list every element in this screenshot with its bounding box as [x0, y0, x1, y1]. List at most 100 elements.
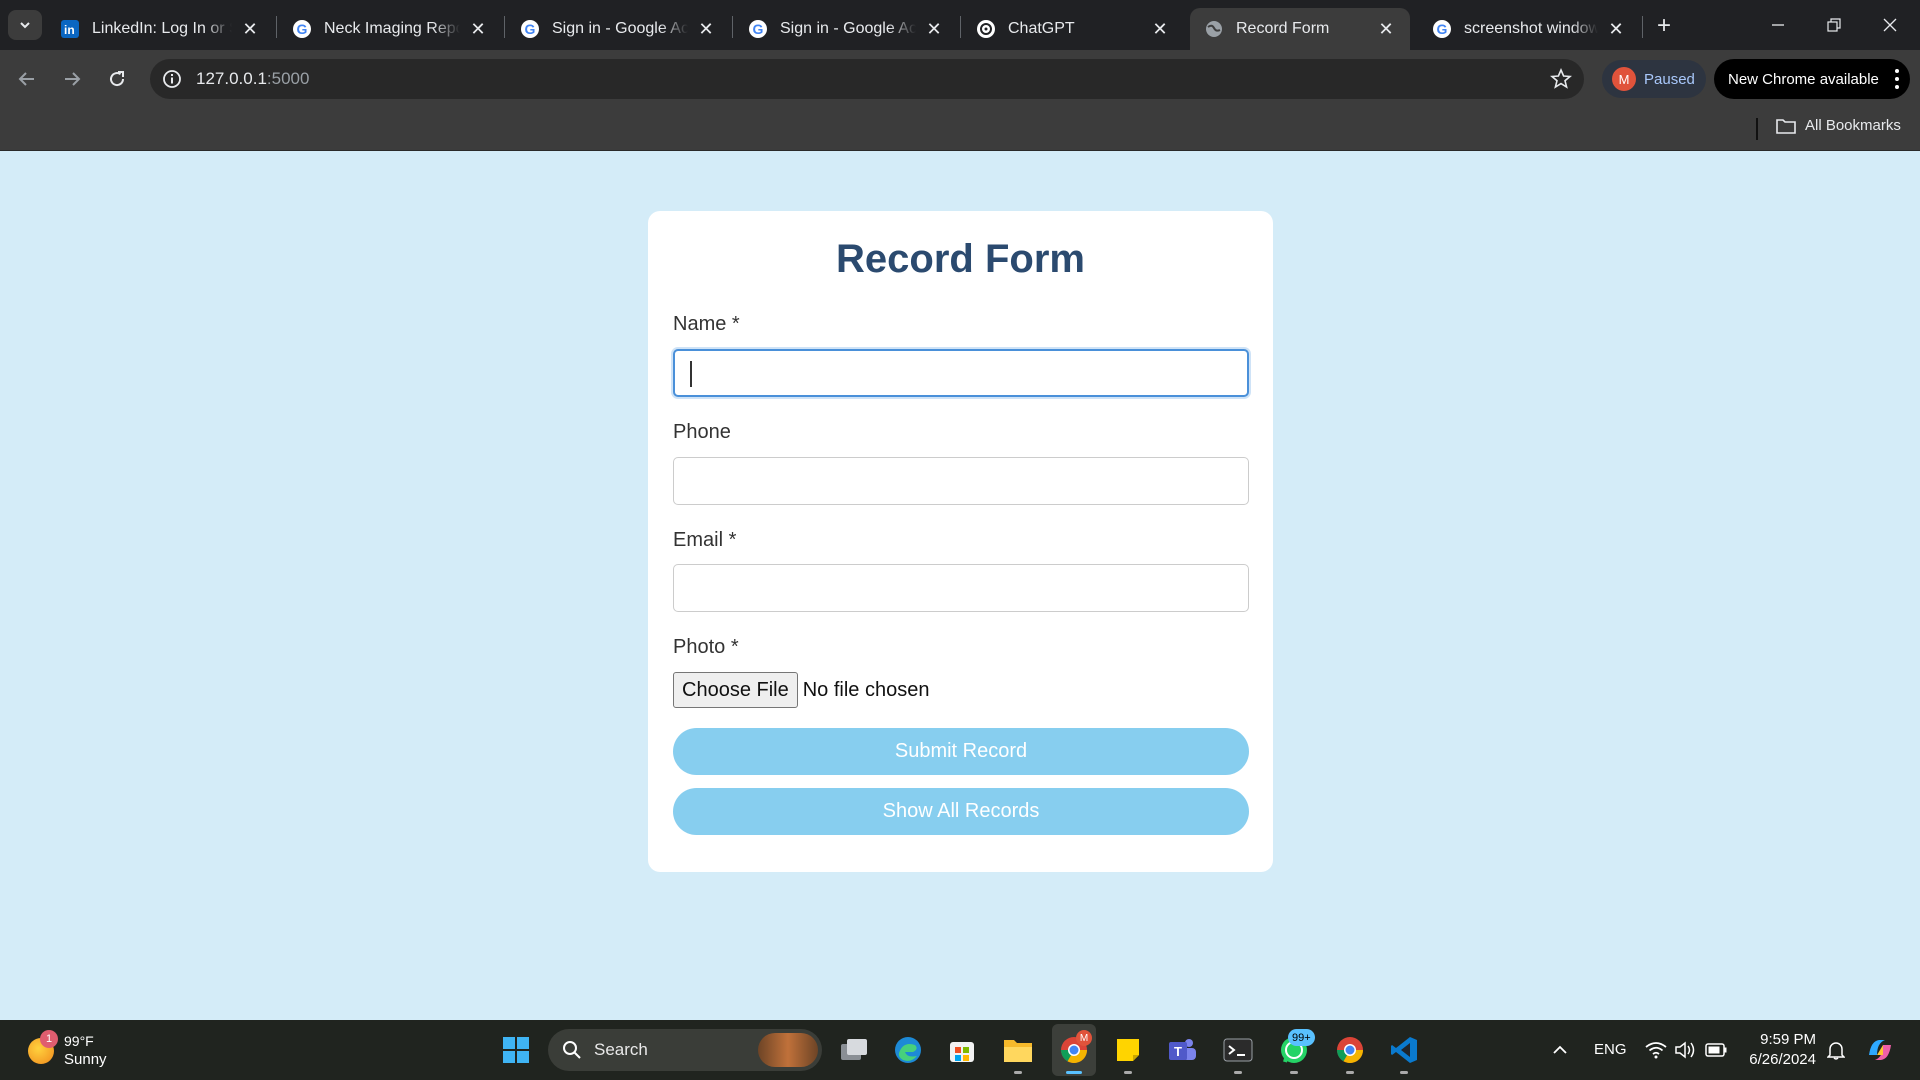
- close-tab-icon[interactable]: ✕: [924, 19, 944, 39]
- tab-record-form[interactable]: Record Form ✕: [1190, 8, 1410, 50]
- tab-google-signin-2[interactable]: G Sign in - Google Accounts ✕: [734, 8, 958, 50]
- site-info-icon[interactable]: [162, 69, 182, 89]
- tab-separator: [732, 16, 733, 38]
- sticky-notes-icon: [1117, 1039, 1139, 1061]
- task-view-button[interactable]: [838, 1034, 870, 1066]
- tab-search-button[interactable]: [8, 10, 42, 40]
- forward-button[interactable]: [57, 64, 87, 94]
- store-icon: [950, 1042, 974, 1062]
- search-label: Search: [594, 1040, 648, 1059]
- start-button[interactable]: [500, 1034, 532, 1066]
- svg-text:in: in: [64, 23, 75, 37]
- running-indicator: [1234, 1071, 1242, 1074]
- new-chrome-available-button[interactable]: New Chrome available: [1714, 59, 1910, 99]
- back-button[interactable]: [12, 64, 42, 94]
- wifi-status[interactable]: [1640, 1034, 1672, 1066]
- edge-button[interactable]: [892, 1034, 924, 1066]
- choose-file-button[interactable]: Choose File: [673, 672, 798, 708]
- phone-input[interactable]: [673, 457, 1249, 505]
- tab-screenshot-windows[interactable]: G screenshot windows ✕: [1418, 8, 1640, 50]
- close-window-button[interactable]: [1870, 10, 1910, 40]
- tab-google-signin-1[interactable]: G Sign in - Google Accounts ✕: [506, 8, 730, 50]
- arrow-left-icon: [18, 72, 34, 86]
- search-icon: [563, 1041, 581, 1059]
- notifications-button[interactable]: [1820, 1034, 1852, 1066]
- page-title: Record Form: [836, 237, 1085, 281]
- submit-record-button[interactable]: Submit Record: [673, 728, 1249, 775]
- reload-icon: [110, 71, 125, 87]
- tab-chatgpt[interactable]: ChatGPT ✕: [962, 8, 1184, 50]
- taskbar-clock[interactable]: 9:59 PM 6/26/2024: [1740, 1030, 1816, 1070]
- all-bookmarks-button[interactable]: All Bookmarks: [1776, 117, 1901, 134]
- task-view-icon: [841, 1039, 867, 1060]
- show-all-records-button[interactable]: Show All Records: [673, 788, 1249, 835]
- google-icon: G: [292, 19, 312, 39]
- minimize-button[interactable]: [1758, 10, 1798, 40]
- photo-file-input[interactable]: Choose File No file chosen: [673, 672, 929, 708]
- update-label: New Chrome available: [1728, 70, 1879, 88]
- store-button[interactable]: [946, 1034, 978, 1066]
- browser-toolbar: 127.0.0.1:5000 M Paused New Chrome avail…: [0, 50, 1920, 108]
- restore-button[interactable]: [1814, 10, 1854, 40]
- close-tab-icon[interactable]: ✕: [468, 19, 488, 39]
- close-icon: [1883, 18, 1897, 32]
- svg-text:G: G: [1437, 21, 1448, 37]
- tab-linkedin[interactable]: in LinkedIn: Log In or Sign Up ✕: [46, 8, 274, 50]
- teams-button[interactable]: T: [1166, 1034, 1198, 1066]
- running-indicator: [1124, 1071, 1132, 1074]
- temperature: 99°F: [64, 1033, 94, 1049]
- address-bar[interactable]: 127.0.0.1:5000: [150, 59, 1584, 99]
- tab-separator: [504, 16, 505, 38]
- file-explorer-button[interactable]: [1002, 1034, 1034, 1066]
- name-input[interactable]: [673, 349, 1249, 397]
- weather-widget[interactable]: 1 99°F Sunny: [24, 1030, 124, 1070]
- close-tab-icon[interactable]: ✕: [1606, 19, 1626, 39]
- bell-icon: [1827, 1042, 1845, 1060]
- battery-status[interactable]: [1700, 1034, 1732, 1066]
- text-caret: [690, 361, 692, 387]
- vscode-button[interactable]: [1388, 1034, 1420, 1066]
- record-form-card: Record Form Name * Phone Email * Photo *…: [648, 211, 1273, 872]
- tab-separator: [960, 16, 961, 38]
- new-tab-button[interactable]: +: [1650, 12, 1678, 40]
- svg-text:G: G: [525, 21, 536, 37]
- clock-date: 6/26/2024: [1749, 1051, 1816, 1068]
- language-indicator[interactable]: ENG: [1594, 1041, 1627, 1058]
- bookmarks-bar: All Bookmarks: [0, 108, 1920, 151]
- bookmark-star-icon[interactable]: [1550, 68, 1572, 90]
- sticky-notes-button[interactable]: [1112, 1034, 1144, 1066]
- name-label: Name *: [673, 313, 740, 335]
- email-input[interactable]: [673, 564, 1249, 612]
- tab-title: LinkedIn: Log In or Sign Up: [92, 20, 232, 37]
- clock-time: 9:59 PM: [1760, 1031, 1816, 1048]
- terminal-button[interactable]: [1222, 1034, 1254, 1066]
- battery-icon: [1705, 1043, 1727, 1057]
- close-tab-icon[interactable]: ✕: [696, 19, 716, 39]
- restore-icon: [1827, 18, 1841, 32]
- svg-text:G: G: [753, 21, 764, 37]
- profile-button[interactable]: M Paused: [1602, 60, 1706, 98]
- tab-neck-imaging[interactable]: G Neck Imaging Report ✕: [278, 8, 502, 50]
- show-hidden-icons-button[interactable]: [1544, 1034, 1576, 1066]
- more-menu-icon[interactable]: [1894, 67, 1900, 91]
- close-tab-icon[interactable]: ✕: [240, 19, 260, 39]
- email-label: Email *: [673, 529, 737, 551]
- running-indicator: [1014, 1071, 1022, 1074]
- profile-status: Paused: [1644, 70, 1695, 88]
- running-indicator: [1346, 1071, 1354, 1074]
- close-tab-icon[interactable]: ✕: [1376, 19, 1396, 39]
- chatgpt-icon: [976, 19, 996, 39]
- taskbar-search[interactable]: Search: [548, 1029, 822, 1071]
- chrome-profile-badge: M: [1076, 1030, 1092, 1046]
- copilot-button[interactable]: [1864, 1034, 1896, 1066]
- reload-button[interactable]: [102, 64, 132, 94]
- wifi-icon: [1645, 1042, 1667, 1059]
- chrome-profile-2-button[interactable]: [1334, 1034, 1366, 1066]
- close-tab-icon[interactable]: ✕: [1150, 19, 1170, 39]
- terminal-icon: [1223, 1038, 1253, 1062]
- tab-strip: in LinkedIn: Log In or Sign Up ✕ G Neck …: [0, 0, 1920, 50]
- phone-label: Phone: [673, 421, 731, 443]
- tab-title: ChatGPT: [1008, 20, 1075, 37]
- file-status: No file chosen: [802, 678, 930, 701]
- volume-status[interactable]: [1670, 1034, 1702, 1066]
